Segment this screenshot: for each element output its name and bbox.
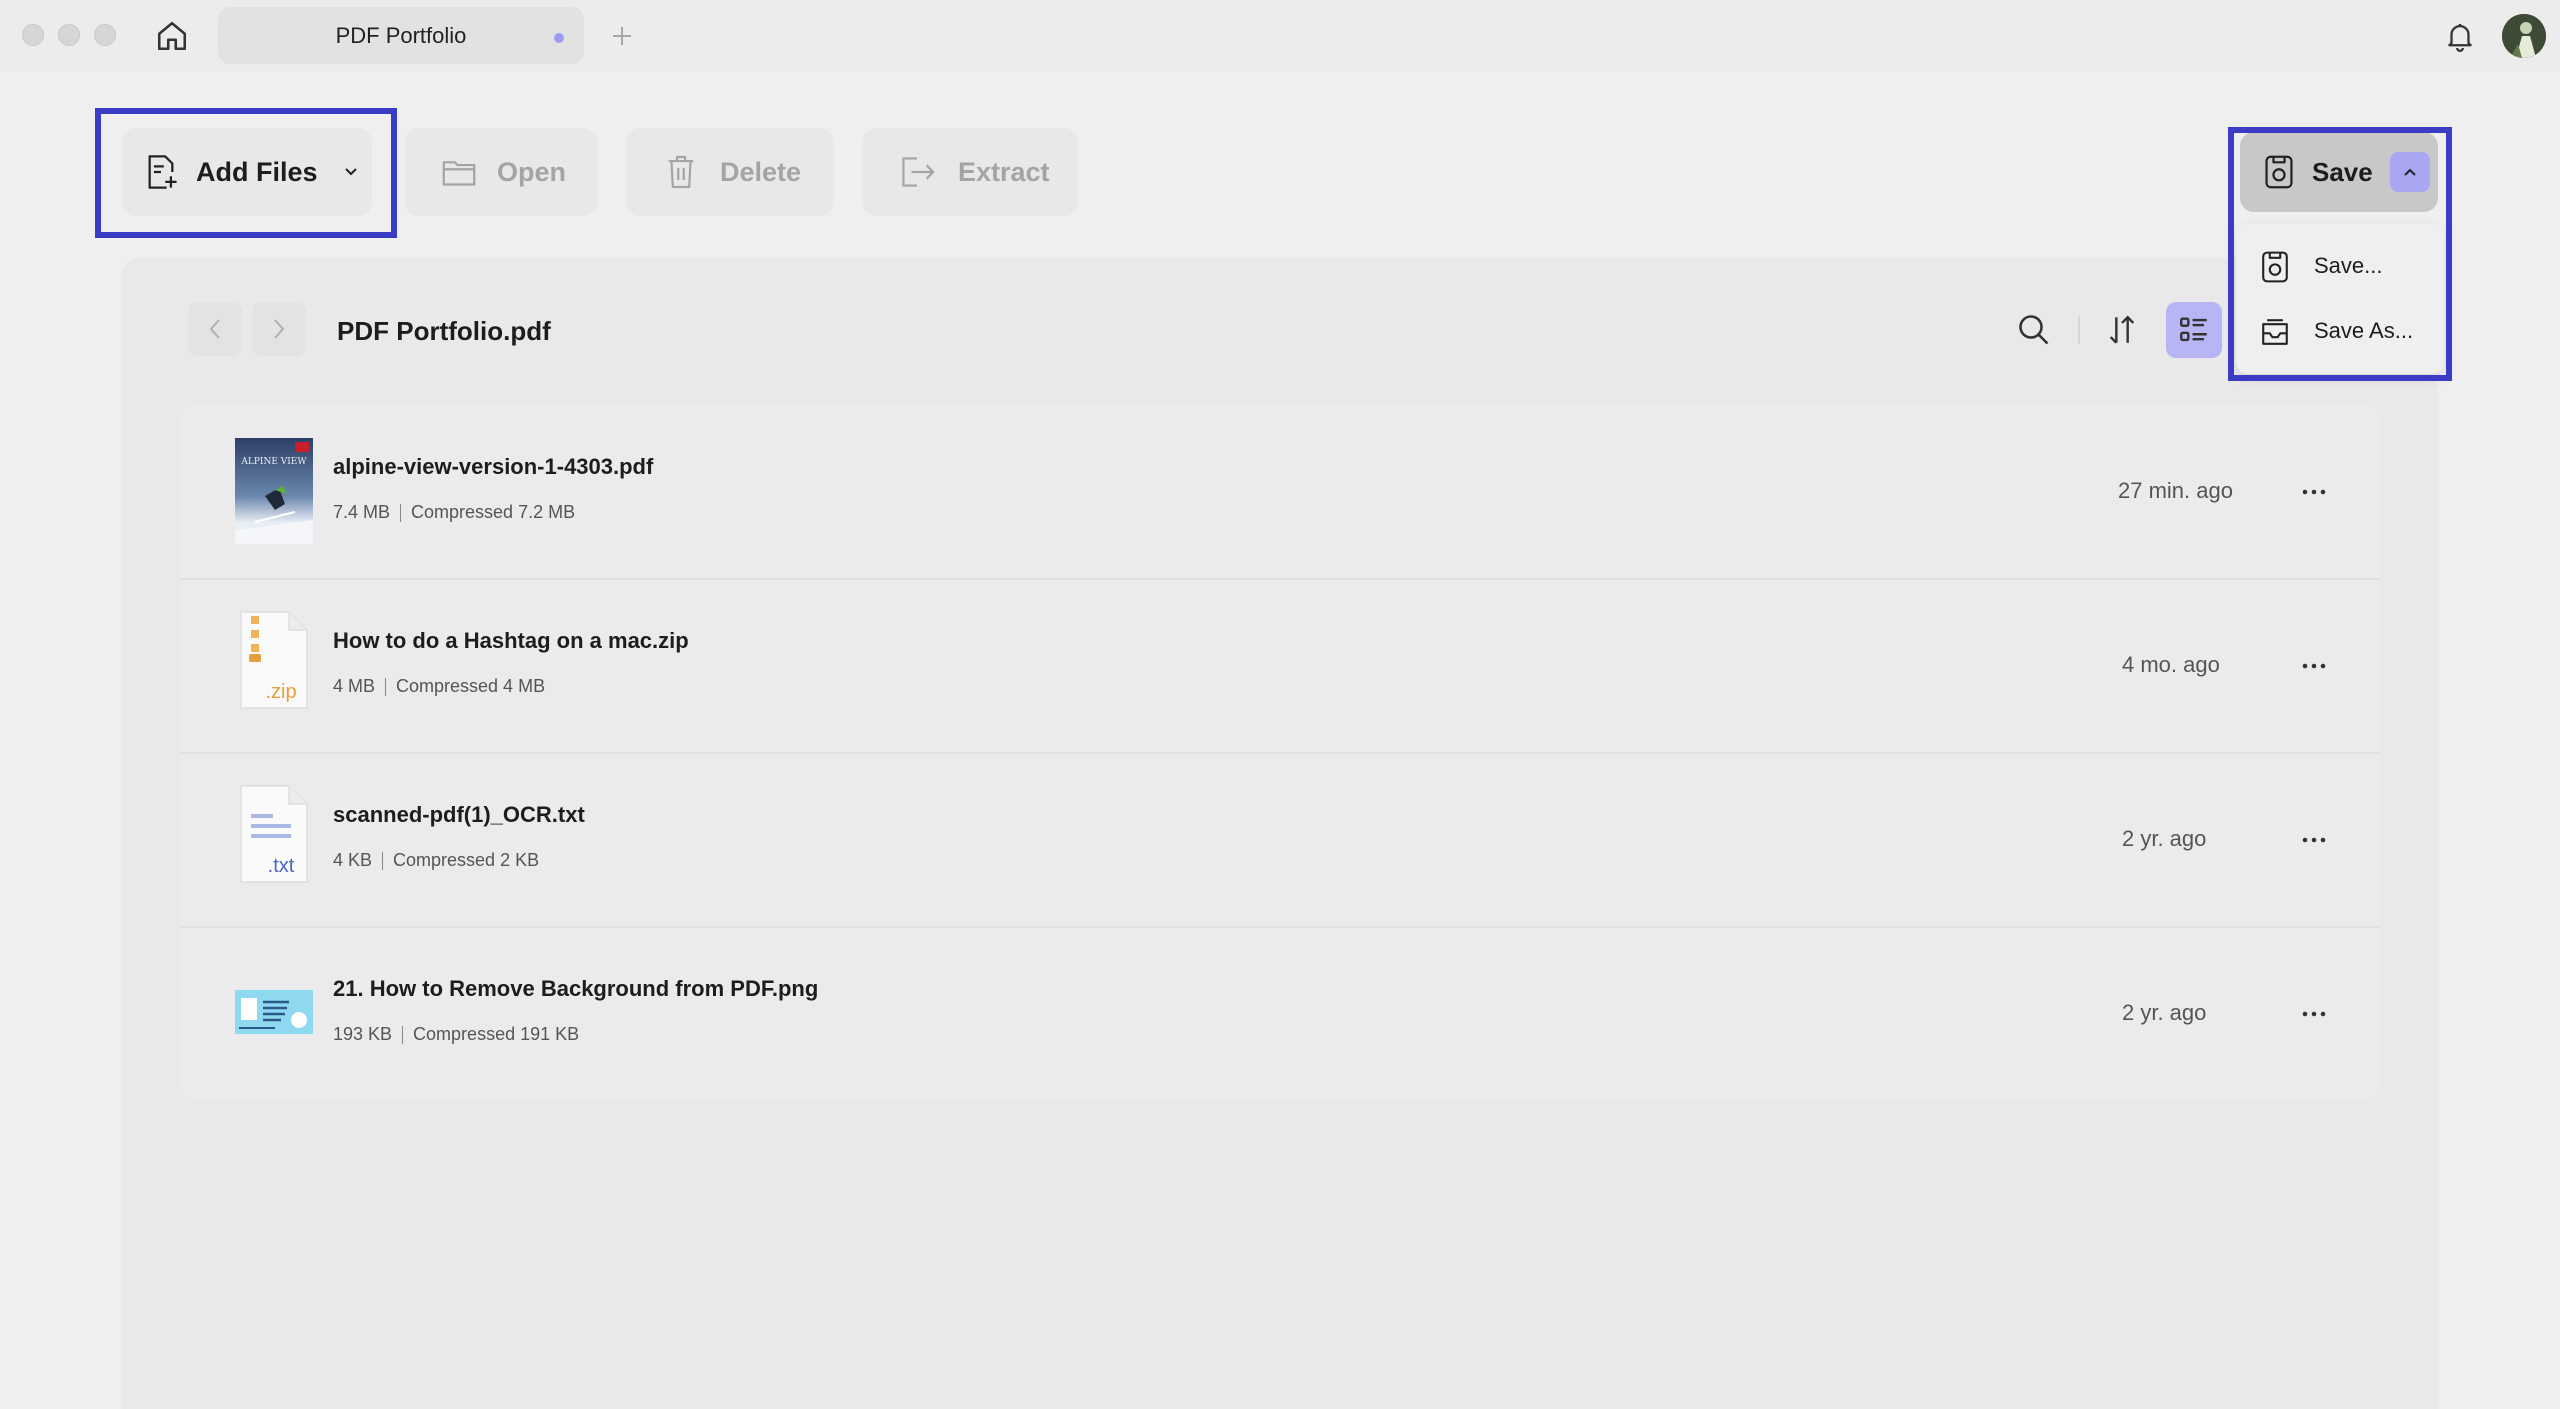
extract-icon [902,157,935,187]
ellipsis-icon [2302,1011,2326,1017]
more-options-button[interactable] [2290,472,2338,512]
add-files-button[interactable]: Add Files [122,128,372,216]
file-name[interactable]: How to do a Hashtag on a mac.zip [333,628,689,654]
file-size: 193 KB [333,1024,393,1044]
ellipsis-icon [2302,489,2326,495]
search-icon [2019,315,2049,345]
file-meta: 4 MB Compressed 4 MB [333,676,545,697]
cover-title-text: ALPINE VIEW [240,457,307,467]
file-compressed-size: Compressed 191 KB [413,1024,580,1044]
bell-icon [2448,23,2472,52]
avatar[interactable] [2502,14,2546,58]
home-button[interactable] [150,16,194,56]
plus-icon [613,27,631,45]
open-label: Open [497,156,567,187]
toolbar-divider [2078,316,2080,344]
tab-title: PDF Portfolio [335,22,467,48]
portfolio-title: PDF Portfolio.pdf [337,316,551,346]
sort-button[interactable] [2094,302,2150,358]
close-window-button[interactable] [22,24,44,46]
png-preview-thumbnail[interactable] [235,990,313,1034]
save-label: Save [2312,156,2373,187]
more-options-button[interactable] [2290,994,2338,1034]
home-icon [157,21,187,51]
file-size: 4 MB [333,676,376,696]
delete-button[interactable]: Delete [626,128,834,216]
folder-icon [442,161,476,186]
save-menu-label: Save... [2314,253,2383,278]
chevron-left-icon [209,319,220,339]
file-row[interactable]: .txt scanned-pdf(1)_OCR.txt 4 KB Compress… [180,752,2380,926]
unsaved-dot-icon [554,33,564,43]
chevron-right-icon [274,319,285,339]
txt-label: .txt [268,855,295,877]
file-name[interactable]: alpine-view-version-1-4303.pdf [333,454,653,480]
title-bar: PDF Portfolio [0,0,2560,72]
save-icon [2265,155,2293,189]
list-view-icon [2180,317,2207,342]
save-menu-item[interactable]: Save... [2236,236,2444,296]
new-tab-button[interactable] [604,18,640,54]
list-view-button[interactable] [2166,302,2222,358]
ellipsis-icon [2302,663,2326,669]
add-files-label: Add Files [196,156,318,187]
file-meta: 193 KB Compressed 191 KB [333,1024,579,1045]
open-button[interactable]: Open [405,128,597,216]
zip-label: .zip [265,681,296,703]
file-list: ALPINE VIEW alpine-view-version-1-4303.p… [180,404,2380,1100]
minimize-window-button[interactable] [58,24,80,46]
save-button[interactable]: Save [2240,132,2438,212]
file-row[interactable]: 21. How to Remove Background from PDF.pn… [180,926,2380,1100]
txt-file-icon[interactable]: .txt [235,782,313,888]
search-button[interactable] [2006,302,2062,358]
save-as-menu-item[interactable]: Save As... [2236,301,2444,361]
file-meta: 4 KB Compressed 2 KB [333,850,539,871]
more-options-button[interactable] [2290,646,2338,686]
extract-label: Extract [958,156,1050,187]
save-menu: Save... Save As... [2236,224,2444,374]
forward-button[interactable] [252,302,306,356]
file-modified-time: 2 yr. ago [2122,826,2207,851]
add-file-icon [148,155,177,189]
chevron-down-icon [344,168,357,176]
save-as-icon [2262,319,2288,345]
ellipsis-icon [2302,837,2326,843]
file-meta: 7.4 MB Compressed 7.2 MB [333,502,575,523]
file-size: 4 KB [333,850,373,870]
trash-icon [668,155,694,189]
file-modified-time: 2 yr. ago [2122,1000,2207,1025]
pdf-cover-thumbnail[interactable]: ALPINE VIEW [235,438,313,544]
save-as-menu-label: Save As... [2314,318,2414,343]
file-modified-time: 4 mo. ago [2122,652,2220,677]
notifications-button[interactable] [2440,16,2480,56]
save-icon [2262,251,2288,283]
chevron-up-icon [2404,168,2416,176]
file-compressed-size: Compressed 2 KB [393,850,540,870]
save-menu-toggle[interactable] [2390,152,2430,192]
more-options-button[interactable] [2290,820,2338,860]
file-compressed-size: Compressed 4 MB [396,676,546,696]
file-row[interactable]: ALPINE VIEW alpine-view-version-1-4303.p… [180,404,2380,578]
file-row[interactable]: .zip How to do a Hashtag on a mac.zip 4 … [180,578,2380,752]
zip-file-icon[interactable]: .zip [235,608,313,714]
tab-pdf-portfolio[interactable]: PDF Portfolio [218,7,584,64]
file-size: 7.4 MB [333,502,391,522]
file-name[interactable]: 21. How to Remove Background from PDF.pn… [333,976,818,1002]
zoom-window-button[interactable] [94,24,116,46]
back-button[interactable] [188,302,242,356]
sort-icon [2109,315,2135,344]
file-compressed-size: Compressed 7.2 MB [411,502,576,522]
file-modified-time: 27 min. ago [2118,478,2233,503]
file-name[interactable]: scanned-pdf(1)_OCR.txt [333,802,585,828]
delete-label: Delete [720,156,802,187]
extract-button[interactable]: Extract [862,128,1078,216]
